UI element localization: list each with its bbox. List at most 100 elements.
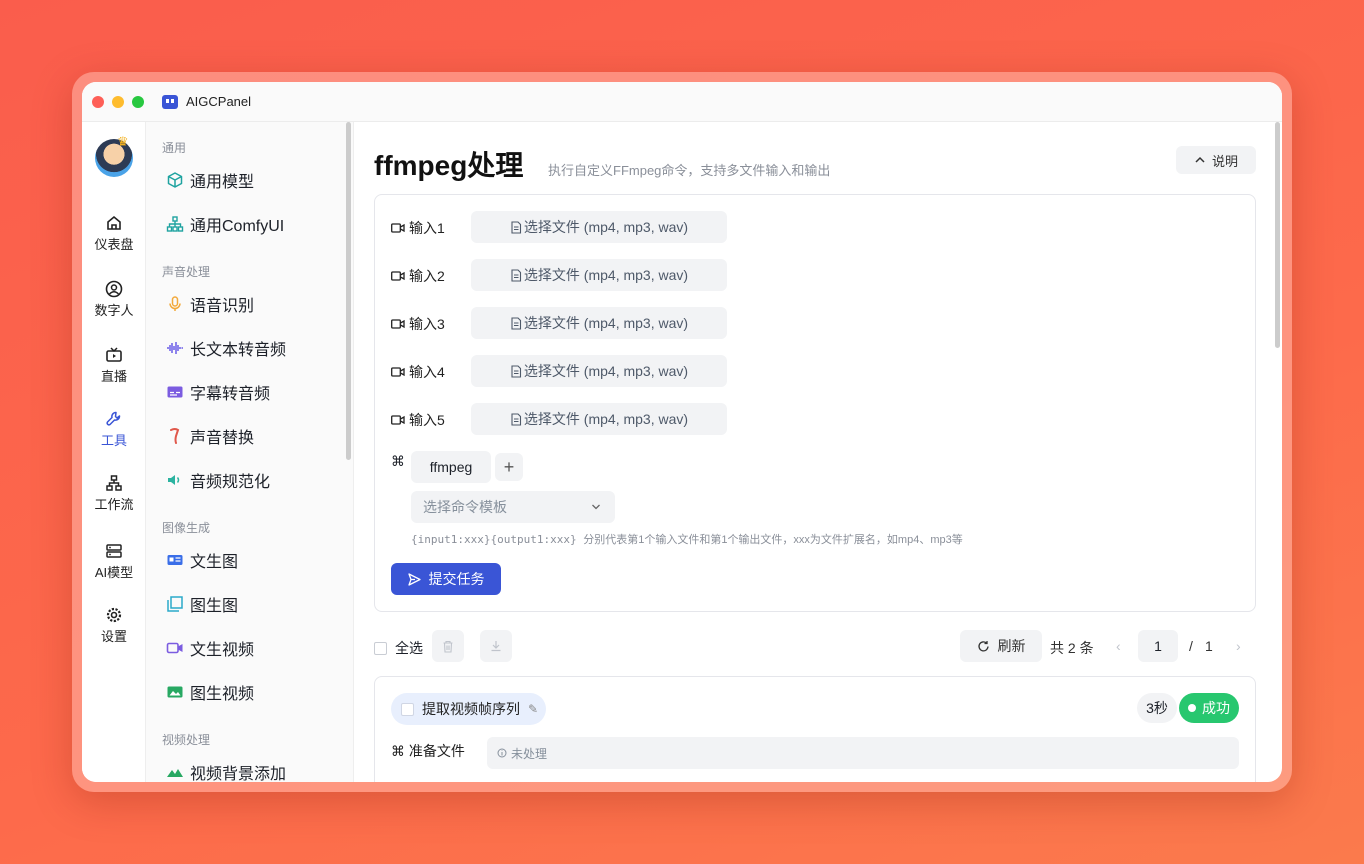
task-checkbox[interactable] — [401, 702, 414, 716]
submit-label: 提交任务 — [428, 571, 485, 587]
rail-item-settings[interactable]: 设置 — [82, 606, 146, 645]
input-label-4: 输入4 — [391, 362, 445, 382]
app-window: AIGCPanel ♛ 仪表盘 数字人 直播 工具 工作流 AI模型 设置 通用… — [82, 82, 1282, 782]
step-status-box: 未处理 — [487, 737, 1239, 769]
rail-item-label: 直播 — [100, 369, 127, 384]
sidebar-item-comfyui[interactable]: 通用ComfyUI — [166, 212, 284, 236]
main-panel: ffmpeg处理 执行自定义FFmpeg命令，支持多文件输入和输出 说明 输入1… — [354, 122, 1282, 782]
sidebar-item-label: 图生图 — [190, 598, 239, 615]
rail-item-dashboard[interactable]: 仪表盘 — [82, 214, 146, 253]
rail-item-label: 工具 — [100, 433, 127, 448]
input-label-text: 输入2 — [409, 268, 445, 284]
sidebar-item-text-to-image[interactable]: 文生图 — [166, 548, 238, 572]
page-input[interactable]: 1 — [1138, 630, 1178, 662]
plus-icon: + — [503, 456, 515, 477]
app-logo-icon — [162, 94, 178, 109]
sidebar-item-text-to-video[interactable]: 文生视频 — [166, 636, 254, 660]
add-command-button[interactable]: + — [495, 453, 523, 481]
close-window-button[interactable] — [92, 95, 104, 108]
refresh-label: 刷新 — [997, 638, 1026, 654]
rail-item-ai-model[interactable]: AI模型 — [82, 542, 146, 581]
input-label-3: 输入3 — [391, 314, 445, 334]
video-icon — [391, 319, 405, 329]
page-title: ffmpeg处理 — [374, 150, 524, 181]
page-total: 1 — [1205, 638, 1213, 654]
nav-rail: ♛ 仪表盘 数字人 直播 工具 工作流 AI模型 设置 — [82, 122, 146, 782]
ffmpeg-form-card: 输入1 选择文件 (mp4, mp3, wav) 输入2 选择文件 (mp4, … — [374, 194, 1256, 612]
sidebar-item-voice-replace[interactable]: 声音替换 — [166, 424, 254, 448]
sidebar-item-video-bg[interactable]: 视频背景添加 — [166, 760, 286, 782]
crown-icon: ♛ — [117, 134, 129, 149]
rail-item-tools[interactable]: 工具 — [82, 410, 146, 449]
rail-item-digital-human[interactable]: 数字人 — [82, 280, 146, 319]
video-icon — [391, 223, 405, 233]
refresh-button[interactable]: 刷新 — [960, 630, 1042, 662]
select-file-button-4[interactable]: 选择文件 (mp4, mp3, wav) — [471, 355, 727, 387]
edit-icon[interactable]: ✎ — [528, 702, 538, 716]
minimize-window-button[interactable] — [112, 95, 124, 108]
home-icon — [107, 215, 121, 230]
tv-icon — [106, 347, 122, 362]
task-name: 提取视频帧序列 — [422, 701, 520, 717]
main-scrollbar[interactable] — [1275, 122, 1280, 348]
sidebar-item-label: 通用模型 — [190, 174, 255, 191]
status-label: 成功 — [1202, 700, 1230, 716]
next-page-button[interactable]: › — [1236, 638, 1241, 654]
prev-page-button[interactable]: ‹ — [1116, 638, 1121, 654]
input-label-text: 输入3 — [409, 316, 445, 332]
command-row: ⌘ — [391, 453, 405, 470]
rail-item-workflow[interactable]: 工作流 — [82, 474, 146, 513]
cube-icon — [167, 172, 183, 188]
status-dot-icon — [1188, 704, 1196, 712]
select-file-button-3[interactable]: 选择文件 (mp4, mp3, wav) — [471, 307, 727, 339]
sidebar-item-image-to-image[interactable]: 图生图 — [166, 592, 238, 616]
command-icon: ⌘ — [391, 743, 405, 759]
ffmpeg-command-chip[interactable]: ffmpeg — [411, 451, 491, 483]
rail-item-label: 设置 — [100, 629, 127, 644]
input-label-2: 输入2 — [391, 266, 445, 286]
select-file-label: 选择文件 (mp4, mp3, wav) — [523, 411, 689, 427]
sidebar-item-asr[interactable]: 语音识别 — [166, 292, 254, 316]
input-label-text: 输入1 — [409, 220, 445, 236]
sidebar-item-label: 音频规范化 — [190, 474, 271, 491]
rail-item-label: 工作流 — [94, 497, 134, 512]
user-circle-icon — [105, 280, 123, 298]
zoom-window-button[interactable] — [132, 95, 144, 108]
sidebar-item-audio-normalize[interactable]: 音频规范化 — [166, 468, 270, 492]
submit-task-button[interactable]: 提交任务 — [391, 563, 501, 595]
hint-code: {input1:xxx}{output1:xxx} — [411, 533, 577, 546]
subtitle-icon — [167, 386, 183, 398]
select-all-checkbox[interactable]: 全选 — [374, 638, 423, 658]
sidebar-item-label: 文生视频 — [190, 642, 255, 659]
total-count: 共 2 条 — [1050, 640, 1094, 656]
info-icon — [497, 748, 507, 758]
checkbox-icon — [374, 641, 387, 655]
sidebar-item-label: 通用ComfyUI — [190, 218, 285, 235]
sidebar-item-image-to-video[interactable]: 图生视频 — [166, 680, 254, 704]
sidebar-item-label: 视频背景添加 — [190, 766, 287, 782]
trash-icon — [443, 640, 453, 653]
sidebar-item-general-model[interactable]: 通用模型 — [166, 168, 254, 192]
task-name-tag[interactable]: 提取视频帧序列 ✎ — [391, 693, 546, 725]
task-card: 提取视频帧序列 ✎ 3秒 成功 ⌘ 准备文件 未处理 — [374, 676, 1256, 782]
video-camera-icon — [166, 642, 183, 654]
placeholder-hint: {input1:xxx}{output1:xxx} 分别代表第1个输入文件和第1… — [411, 531, 963, 547]
file-icon — [511, 316, 521, 330]
select-file-label: 选择文件 (mp4, mp3, wav) — [523, 219, 689, 235]
sidebar-item-subtitle-tts[interactable]: 字幕转音频 — [166, 380, 270, 404]
chevron-down-icon — [592, 504, 600, 510]
download-button[interactable] — [480, 630, 512, 662]
task-list-toolbar: 全选 刷新 共 2 条 ‹ 1 / 1 › — [374, 628, 1256, 662]
file-icon — [511, 364, 521, 378]
section-audio: 声音处理 — [162, 265, 211, 279]
sidebar-scrollbar[interactable] — [346, 122, 351, 460]
help-button[interactable]: 说明 — [1176, 146, 1256, 174]
command-template-select[interactable]: 选择命令模板 — [411, 491, 615, 523]
select-file-button-1[interactable]: 选择文件 (mp4, mp3, wav) — [471, 211, 727, 243]
select-file-button-2[interactable]: 选择文件 (mp4, mp3, wav) — [471, 259, 727, 291]
select-file-button-5[interactable]: 选择文件 (mp4, mp3, wav) — [471, 403, 727, 435]
sidebar-item-long-tts[interactable]: 长文本转音频 — [166, 336, 286, 360]
refresh-icon — [977, 640, 989, 651]
delete-button[interactable] — [432, 630, 464, 662]
rail-item-live[interactable]: 直播 — [82, 346, 146, 385]
